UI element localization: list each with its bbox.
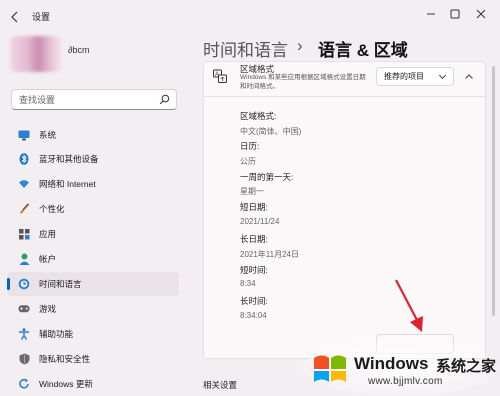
sidebar-item-bluetooth[interactable]: 蓝牙和其他设备 (7, 147, 179, 171)
sidebar-item-gaming[interactable]: 游戏 (7, 297, 179, 321)
dropdown-value: 推荐的项目 (384, 72, 424, 81)
user-name: ∂bcm (68, 45, 90, 55)
globe-clock-icon (18, 278, 30, 290)
detail-label: 短时间: (240, 265, 268, 275)
detail-value: 星期一 (240, 187, 264, 196)
related-settings-heading: 相关设置 (203, 380, 238, 390)
detail-value: 2021/11/24 (240, 217, 280, 226)
sidebar-item-label: 辅助功能 (39, 329, 74, 339)
detail-label: 一周的第一天: (240, 172, 294, 182)
breadcrumb-parent[interactable]: 时间和语言 (203, 36, 288, 61)
region-format-dropdown[interactable]: 推荐的项目 (376, 67, 454, 86)
bluetooth-icon (18, 153, 30, 165)
sidebar-item-label: Windows 更新 (39, 379, 93, 389)
detail-label: 长时间: (240, 296, 268, 306)
sidebar-item-accounts[interactable]: 帐户 (7, 247, 179, 271)
chevron-up-icon (465, 73, 473, 79)
brush-icon (18, 203, 30, 215)
sidebar-item-accessibility[interactable]: 辅助功能 (7, 322, 179, 346)
sidebar-item-label: 游戏 (39, 304, 57, 314)
detail-label: 短日期: (240, 202, 268, 212)
close-icon (476, 9, 486, 19)
windows-logo-icon (314, 355, 346, 382)
avatar[interactable] (10, 36, 62, 72)
person-icon (18, 253, 30, 265)
update-icon (18, 378, 30, 390)
accessibility-icon (18, 328, 30, 340)
detail-value: 8:34 (240, 279, 256, 288)
sidebar-item-label: 网络和 Internet (39, 179, 96, 189)
sidebar-item-apps[interactable]: 应用 (7, 222, 179, 246)
sidebar-item-label: 帐户 (39, 254, 57, 264)
sidebar-item-label: 蓝牙和其他设备 (39, 154, 99, 164)
region-format-description: Windows 和某些应用根据区域格式设置日期和时间格式。 (240, 74, 366, 90)
detail-label: 区域格式: (240, 111, 277, 121)
sidebar-item-label: 应用 (39, 229, 57, 239)
page-title: 语言 & 区域 (318, 41, 408, 60)
sidebar-item-personalization[interactable]: 个性化 (7, 197, 179, 221)
detail-value: 8:34:04 (240, 311, 267, 320)
back-icon[interactable] (10, 10, 20, 23)
watermark-suffix: 系统之家 (436, 358, 497, 375)
breadcrumb-separator: › (297, 36, 303, 55)
monitor-icon (18, 129, 30, 141)
search-icon[interactable] (159, 94, 170, 105)
search-box[interactable] (11, 89, 177, 110)
chevron-down-icon (438, 74, 447, 80)
sidebar-item-privacy[interactable]: 隐私和安全性 (7, 347, 179, 371)
detail-label: 长日期: (240, 234, 268, 244)
sidebar-item-label: 系统 (39, 130, 57, 140)
region-format-icon: A (213, 69, 227, 83)
collapse-button[interactable] (459, 67, 479, 86)
sidebar-item-label: 个性化 (39, 204, 65, 214)
wifi-icon (18, 178, 30, 190)
sidebar-item-label: 时间和语言 (39, 279, 82, 289)
detail-value: 2021年11月24日 (240, 250, 299, 259)
title-bar: 设置 (0, 0, 500, 32)
close-button[interactable] (458, 0, 500, 28)
sidebar-item-windows-update[interactable]: Windows 更新 (7, 372, 179, 396)
window-title: 设置 (32, 12, 51, 22)
watermark-url: www.bjjmlv.com (368, 376, 443, 387)
gamepad-icon (18, 303, 30, 315)
search-input[interactable] (19, 93, 159, 106)
detail-value: 公历 (240, 157, 256, 166)
detail-value: 中文(简体、中国) (240, 127, 302, 136)
sidebar-item-time-language[interactable]: 时间和语言 (7, 272, 179, 296)
detail-label: 日历: (240, 141, 260, 151)
annotation-arrow-icon (395, 279, 423, 332)
watermark-brand: Windows (354, 354, 429, 373)
apps-icon (18, 228, 30, 240)
sidebar-item-label: 隐私和安全性 (39, 354, 91, 364)
scrollbar[interactable] (492, 66, 495, 316)
watermark: Windows 系统之家 www.bjjmlv.com (302, 332, 500, 395)
sidebar-item-system[interactable]: 系统 (7, 123, 179, 147)
sidebar-item-network[interactable]: 网络和 Internet (7, 172, 179, 196)
active-indicator (7, 278, 10, 290)
shield-icon (18, 353, 30, 365)
